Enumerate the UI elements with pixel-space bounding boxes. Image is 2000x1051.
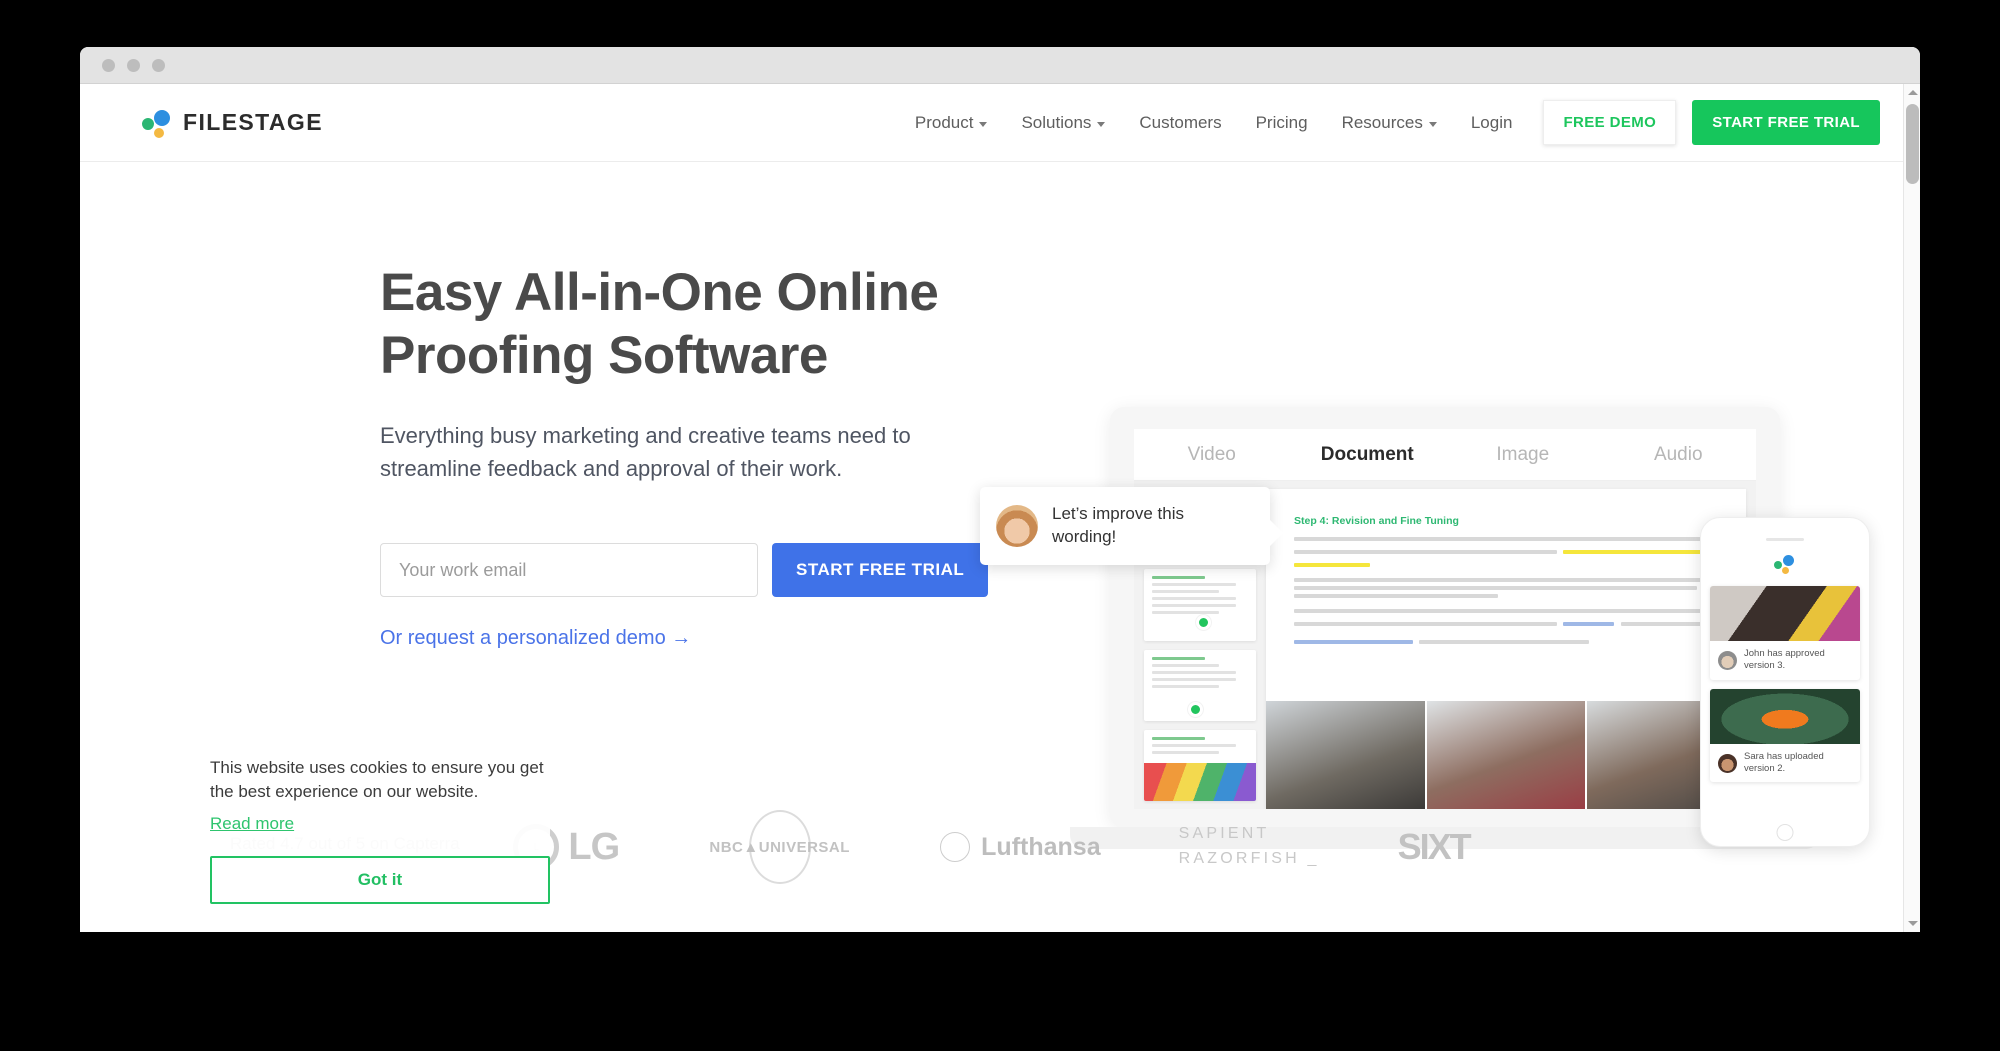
- client-logo-label: NBC▲UNIVERSAL: [709, 838, 850, 856]
- document-paragraph: [1294, 578, 1718, 598]
- comment-bubble[interactable]: Let’s improve this wording!: [980, 487, 1283, 565]
- tab-video[interactable]: Video: [1134, 444, 1290, 466]
- app-screen: Video Document Image Audio Step 4: Revis…: [1134, 429, 1756, 809]
- notification-thumbnail: [1710, 586, 1860, 641]
- notification-thumbnail: [1710, 688, 1860, 744]
- page-thumbnail[interactable]: [1144, 729, 1256, 801]
- nav-label: Product: [914, 112, 974, 132]
- nav-item-pricing[interactable]: Pricing: [1239, 113, 1325, 133]
- filestage-logo[interactable]: FILESTAGE: [140, 109, 323, 138]
- filestage-dots-icon: [140, 109, 174, 138]
- scroll-up-icon[interactable]: [1904, 84, 1920, 101]
- cookie-message: This website uses cookies to ensure you …: [210, 757, 544, 802]
- avatar: [1718, 753, 1737, 773]
- client-logo-label: LG: [568, 825, 620, 868]
- browser-window: FILESTAGE Product Solutions Customers Pr…: [80, 47, 1920, 932]
- notification-text: Sara has uploaded version 2.: [1744, 750, 1824, 775]
- hero-product-illustration: Video Document Image Audio Step 4: Revis…: [980, 357, 1920, 877]
- hero-subtitle: Everything busy marketing and creative t…: [380, 423, 911, 482]
- window-minimize-dot[interactable]: [127, 58, 140, 72]
- nav-label: Solutions: [1021, 112, 1092, 132]
- page-title: Easy All-in-One Online Proofing Software: [380, 262, 1000, 387]
- comment-marker-icon[interactable]: [1196, 615, 1211, 631]
- notification-card[interactable]: Sara has uploaded version 2.: [1710, 688, 1860, 783]
- site-header: FILESTAGE Product Solutions Customers Pr…: [80, 84, 1920, 162]
- hero-copy: Easy All-in-One Online Proofing Software…: [380, 262, 1000, 650]
- notification-text: John has approved version 3.: [1744, 648, 1825, 672]
- client-logo-label-line1: SAPIENT: [1178, 825, 1270, 843]
- cookie-accept-button[interactable]: Got it: [210, 856, 550, 904]
- document-paragraph: [1294, 537, 1718, 567]
- thumbnail-photo: [1144, 763, 1256, 801]
- nav-item-product[interactable]: Product: [898, 113, 1005, 133]
- document-heading: Step 4: Revision and Fine Tuning: [1294, 515, 1459, 527]
- cookie-consent-banner: This website uses cookies to ensure you …: [210, 751, 550, 908]
- client-logo-label: Lufthansa: [981, 832, 1101, 861]
- main-navigation: Product Solutions Customers Pricing Reso…: [898, 100, 1880, 145]
- nav-item-login[interactable]: Login: [1454, 113, 1530, 133]
- nav-label: Login: [1470, 112, 1513, 132]
- client-logo-sapient-razorfish: SAPIENT RAZORFISH _: [1179, 822, 1320, 872]
- comment-marker-icon[interactable]: [1188, 701, 1203, 717]
- comment-text: Let’s improve this wording!: [1052, 504, 1184, 546]
- chevron-down-icon: [1097, 121, 1106, 127]
- phone-speaker: [1766, 538, 1804, 541]
- nav-item-solutions[interactable]: Solutions: [1004, 113, 1122, 133]
- chevron-down-icon: [979, 121, 988, 127]
- start-free-trial-header-button[interactable]: START FREE TRIAL: [1692, 100, 1880, 145]
- page-viewport: FILESTAGE Product Solutions Customers Pr…: [80, 84, 1920, 932]
- window-maximize-dot[interactable]: [152, 58, 165, 72]
- nav-label: Resources: [1341, 112, 1423, 132]
- filestage-dots-icon: [1772, 555, 1798, 575]
- nav-item-customers[interactable]: Customers: [1122, 113, 1238, 133]
- client-logo-sixt: SIXT: [1397, 826, 1472, 867]
- document-paragraph: [1294, 609, 1718, 653]
- hero-section: Easy All-in-One Online Proofing Software…: [80, 162, 1920, 932]
- window-close-dot[interactable]: [102, 58, 115, 72]
- hero-title-line-2: Proofing Software: [380, 325, 828, 385]
- hero-title-line-1: Easy All-in-One Online: [380, 263, 939, 322]
- start-free-trial-button[interactable]: START FREE TRIAL: [772, 543, 989, 598]
- page-scrollbar[interactable]: [1903, 84, 1920, 932]
- cookie-read-more-link[interactable]: Read more: [210, 814, 294, 834]
- signup-form: START FREE TRIAL: [380, 543, 1000, 598]
- tab-document[interactable]: Document: [1290, 444, 1446, 466]
- email-field[interactable]: [380, 543, 758, 598]
- file-type-tabs: Video Document Image Audio: [1134, 429, 1756, 481]
- avatar: [996, 504, 1038, 547]
- scroll-down-icon[interactable]: [1904, 915, 1920, 932]
- request-demo-link[interactable]: Or request a personalized demo →: [380, 627, 691, 650]
- nav-item-resources[interactable]: Resources: [1325, 113, 1454, 133]
- video-conference-photos: [1266, 701, 1746, 809]
- chevron-down-icon: [1428, 121, 1437, 127]
- scrollbar-thumb[interactable]: [1906, 104, 1919, 184]
- nav-label: Customers: [1139, 112, 1222, 132]
- tab-audio[interactable]: Audio: [1601, 444, 1757, 466]
- tab-image[interactable]: Image: [1445, 444, 1601, 466]
- avatar: [1718, 650, 1737, 670]
- logo-wordmark: FILESTAGE: [183, 109, 323, 135]
- document-preview[interactable]: Step 4: Revision and Fine Tuning: [1266, 489, 1746, 809]
- browser-titlebar: [80, 47, 1920, 84]
- laptop-mockup: Video Document Image Audio Step 4: Revis…: [1070, 407, 1820, 849]
- client-logo-label-line2: RAZORFISH _: [1178, 850, 1320, 867]
- free-demo-button[interactable]: FREE DEMO: [1543, 100, 1677, 145]
- nav-label: Pricing: [1255, 112, 1308, 132]
- page-thumbnail[interactable]: [1144, 649, 1256, 721]
- page-thumbnail[interactable]: [1144, 569, 1256, 641]
- client-logo-nbc-universal: NBC▲UNIVERSAL: [697, 810, 862, 884]
- lufthansa-crane-icon: [940, 832, 971, 862]
- phone-mockup: John has approved version 3. Sara has up…: [1700, 517, 1870, 847]
- client-logo-lufthansa: Lufthansa: [940, 832, 1101, 862]
- notification-card[interactable]: John has approved version 3.: [1710, 586, 1860, 680]
